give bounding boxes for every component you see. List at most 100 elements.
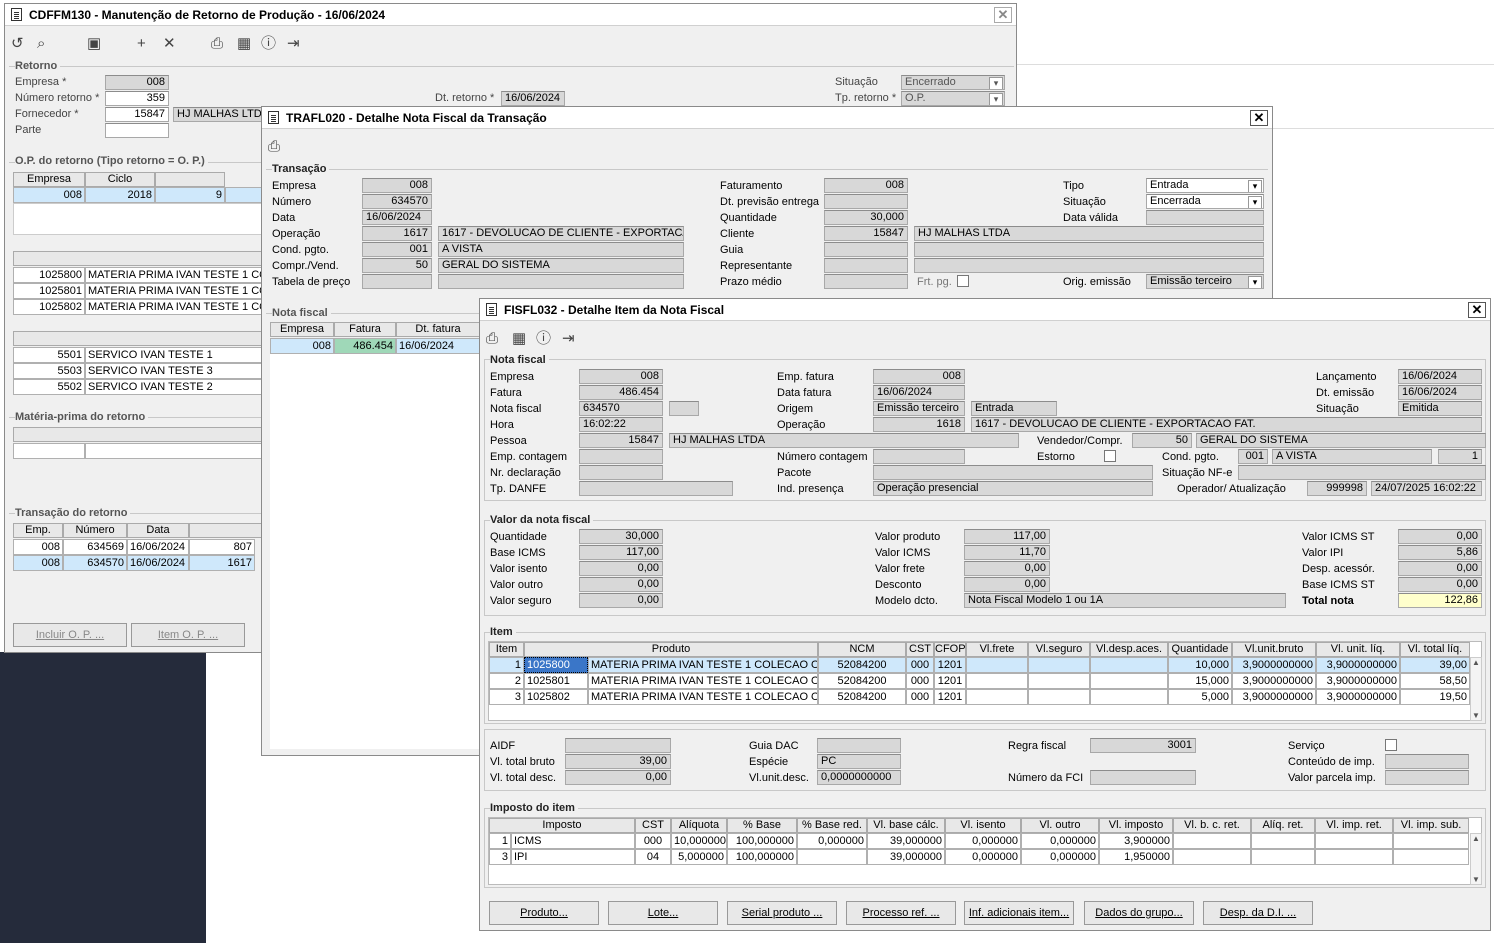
table-cell[interactable]: 10,000000 (671, 833, 727, 849)
lote-button[interactable]: Lote... (608, 901, 718, 925)
table-cell[interactable] (1315, 849, 1393, 865)
table-cell[interactable]: 0,000000 (945, 833, 1021, 849)
servico-checkbox[interactable] (1385, 739, 1397, 751)
column-header[interactable]: Produto (524, 642, 818, 657)
table-cell[interactable] (1173, 849, 1251, 865)
table-cell[interactable]: SERVICO IVAN TESTE 3 (85, 363, 265, 379)
table-cell[interactable] (225, 187, 265, 203)
table-cell[interactable]: 39,00 (1400, 657, 1470, 673)
table-cell[interactable]: 3,9000000000 (1316, 657, 1400, 673)
table-cell[interactable]: 1025801 (524, 673, 588, 689)
table-cell[interactable] (1028, 689, 1090, 705)
scroll-up-icon[interactable]: ▲ (1471, 658, 1481, 667)
repr-field[interactable] (824, 258, 908, 273)
column-header[interactable]: Vl. imposto (1099, 818, 1173, 833)
column-header[interactable]: Emp. (13, 523, 63, 538)
column-header[interactable]: Vl.unit.bruto (1232, 642, 1316, 657)
column-header[interactable]: Vl. unit. líq. (1316, 642, 1400, 657)
column-header[interactable]: % Base (727, 818, 797, 833)
column-header[interactable]: Alíq. ret. (1251, 818, 1315, 833)
tpdanfe-field[interactable] (579, 481, 733, 496)
table-cell[interactable]: 52084200 (818, 657, 906, 673)
fci-field[interactable] (1090, 770, 1196, 785)
exit-icon[interactable]: ⇥ (287, 34, 300, 54)
close-button[interactable]: ✕ (1250, 110, 1268, 126)
sitnfe-field[interactable] (1238, 465, 1486, 480)
table-cell[interactable]: 807 (189, 539, 255, 555)
hora-field[interactable]: 16:02:22 (579, 417, 663, 432)
item-scrollbar[interactable]: ▲ ▼ (1470, 657, 1482, 721)
table-cell[interactable] (1090, 673, 1168, 689)
undo-icon[interactable]: ↺ (11, 34, 24, 54)
save-icon[interactable]: ▣ (87, 34, 101, 54)
table-cell[interactable] (1090, 689, 1168, 705)
item-op-button[interactable]: Item O. P. ... (131, 623, 245, 647)
table-cell[interactable]: 5,000000 (671, 849, 727, 865)
table-cell[interactable]: MATERIA PRIMA IVAN TESTE 1 COLECAO OUTO (588, 657, 818, 673)
fat-field[interactable]: 008 (824, 178, 908, 193)
column-header[interactable]: Vl. b. c. ret. (1173, 818, 1251, 833)
guia-field[interactable] (824, 242, 908, 257)
scroll-down-icon[interactable]: ▼ (1471, 711, 1481, 720)
table-cell[interactable]: 1201 (934, 657, 966, 673)
table-cell[interactable]: 3,9000000000 (1232, 673, 1316, 689)
datafat-field[interactable]: 16/06/2024 (873, 385, 965, 400)
table-cell[interactable]: 5,000 (1168, 689, 1232, 705)
table-cell[interactable]: MATERIA PRIMA IVAN TESTE 1 COLE (85, 267, 265, 283)
print-icon[interactable]: ⎙ (268, 137, 280, 157)
table-cell[interactable]: 04 (635, 849, 671, 865)
column-header[interactable]: Alíquota (671, 818, 727, 833)
table-cell[interactable]: IPI (511, 849, 635, 865)
table-cell[interactable]: 2 (489, 673, 524, 689)
calendar-icon[interactable]: ▦ (512, 329, 526, 349)
tp-retorno-select[interactable]: O.P. (901, 91, 1005, 106)
processo-ref-button[interactable]: Processo ref. ... (846, 901, 956, 925)
dtemis-field[interactable]: 16/06/2024 (1398, 385, 1482, 400)
conteudo-field[interactable] (1385, 754, 1469, 769)
table-cell[interactable]: SERVICO IVAN TESTE 1 (85, 347, 265, 363)
table-cell[interactable]: 5501 (13, 347, 85, 363)
table-cell[interactable]: 1201 (934, 673, 966, 689)
table-cell[interactable]: 008 (13, 539, 63, 555)
help-icon[interactable]: ⓘ (261, 34, 276, 54)
column-header[interactable]: Data (127, 523, 189, 538)
table-cell[interactable]: 16/06/2024 (127, 555, 189, 571)
table-cell[interactable]: 3,9000000000 (1316, 689, 1400, 705)
column-header[interactable]: Vl. total líq. (1400, 642, 1470, 657)
numcont-field[interactable] (873, 449, 965, 464)
frt-checkbox[interactable] (957, 275, 969, 287)
numero-field[interactable]: 634570 (362, 194, 432, 209)
incluir-op-button[interactable]: Incluir O. P. ... (13, 623, 127, 647)
column-header[interactable]: Vl. base cálc. (867, 818, 945, 833)
nota-field[interactable]: 634570 (579, 401, 663, 416)
column-header[interactable]: CFOP (934, 642, 966, 657)
table-cell[interactable] (966, 673, 1028, 689)
table-cell[interactable]: 52084200 (818, 689, 906, 705)
table-cell[interactable]: 1025801 (13, 283, 85, 299)
table-cell[interactable] (1028, 673, 1090, 689)
table-cell[interactable]: 3 (489, 689, 524, 705)
table-cell[interactable]: 52084200 (818, 673, 906, 689)
column-header[interactable]: Empresa (13, 172, 85, 187)
table-cell[interactable]: MATERIA PRIMA IVAN TESTE 1 COLECAO OUTO (588, 673, 818, 689)
table-cell[interactable]: 39,000000 (867, 849, 945, 865)
table-cell[interactable]: 008 (270, 338, 334, 354)
imposto-scrollbar[interactable]: ▲ ▼ (1470, 833, 1482, 885)
table-cell[interactable]: 1025802 (524, 689, 588, 705)
table-cell[interactable]: 634570 (63, 555, 127, 571)
table-cell[interactable]: 1025800 (13, 267, 85, 283)
sit-select[interactable]: Encerrada (1146, 194, 1264, 209)
table-cell[interactable]: 486.454 (334, 338, 396, 354)
scroll-up-icon[interactable]: ▲ (1471, 834, 1481, 843)
column-header[interactable]: % Base red. (797, 818, 867, 833)
table-cell[interactable] (966, 657, 1028, 673)
table-cell[interactable]: 19,50 (1400, 689, 1470, 705)
empcont-field[interactable] (579, 449, 663, 464)
dtprev-field[interactable] (824, 194, 908, 209)
column-header[interactable] (13, 331, 265, 346)
numero-field[interactable]: 359 (105, 91, 169, 106)
column-header[interactable]: Item (489, 642, 524, 657)
fatura-field[interactable]: 486.454 (579, 385, 663, 400)
origem-field[interactable]: Emissão terceiro (873, 401, 965, 416)
column-header[interactable]: Vl. imp. ret. (1315, 818, 1393, 833)
